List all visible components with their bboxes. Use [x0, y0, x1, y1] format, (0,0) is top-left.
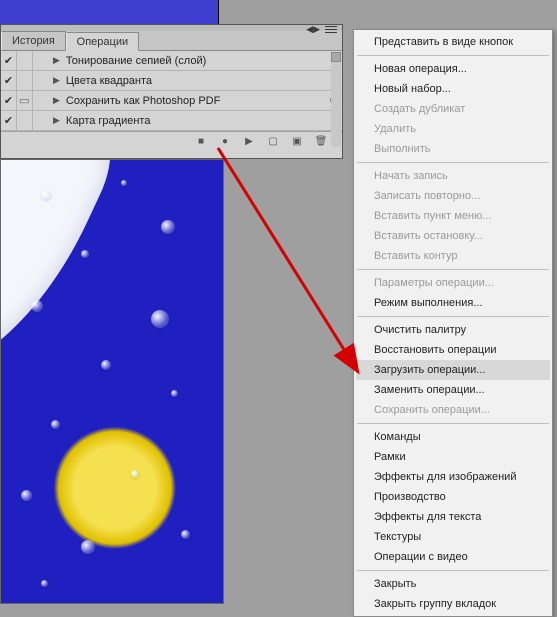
water-drop	[101, 360, 111, 370]
toggle-check-icon[interactable]: ✔	[1, 111, 17, 131]
stop-button[interactable]: ■	[194, 135, 208, 149]
menu-separator	[357, 316, 549, 317]
toggle-check-icon[interactable]: ✔	[1, 51, 17, 71]
menu-item[interactable]: Операции с видео	[356, 547, 550, 567]
tab-history[interactable]: История	[1, 31, 66, 50]
menu-item[interactable]: Очистить палитру	[356, 320, 550, 340]
water-drop	[81, 250, 89, 258]
menu-item[interactable]: Закрыть группу вкладок	[356, 594, 550, 614]
play-button[interactable]: ▶	[242, 135, 256, 149]
water-drop	[181, 530, 190, 539]
menu-item: Начать запись	[356, 166, 550, 186]
menu-separator	[357, 55, 549, 56]
menu-item: Создать дубликат	[356, 99, 550, 119]
panel-scrollbar[interactable]	[331, 52, 341, 147]
menu-item[interactable]: Восстановить операции	[356, 340, 550, 360]
action-row[interactable]: ✔ ▶Цвета квадранта	[1, 71, 342, 91]
dialog-toggle-icon[interactable]	[17, 51, 33, 71]
panel-menu-button[interactable]	[324, 24, 338, 34]
menu-item[interactable]: Режим выполнения...	[356, 293, 550, 313]
panel-context-menu: Представить в виде кнопок Новая операция.…	[353, 29, 553, 617]
action-row[interactable]: ✔ ▶Карта градиента	[1, 111, 342, 131]
action-label: Сохранить как Photoshop PDF	[66, 95, 326, 107]
document-canvas	[0, 159, 224, 604]
action-row[interactable]: ✔▭▶Сохранить как Photoshop PDF▭	[1, 91, 342, 111]
menu-item[interactable]: Закрыть	[356, 574, 550, 594]
menu-item: Сохранить операции...	[356, 400, 550, 420]
newaction-button[interactable]: ▣	[290, 135, 304, 149]
action-row[interactable]: ✔ ▶Тонирование сепией (слой)	[1, 51, 342, 71]
menu-item: Записать повторно...	[356, 186, 550, 206]
water-drop	[171, 390, 178, 397]
menu-separator	[357, 269, 549, 270]
record-button[interactable]: ●	[218, 135, 232, 149]
menu-item[interactable]: Команды	[356, 427, 550, 447]
menu-separator	[357, 570, 549, 571]
flower-graphic	[0, 159, 224, 604]
menu-item[interactable]: Новый набор...	[356, 79, 550, 99]
menu-item[interactable]: Текстуры	[356, 527, 550, 547]
menu-item[interactable]: Рамки	[356, 447, 550, 467]
water-drop	[81, 540, 95, 554]
menu-item: Вставить контур	[356, 246, 550, 266]
panel-grip[interactable]: ◀▶	[1, 25, 342, 31]
menu-item[interactable]: Представить в виде кнопок	[356, 32, 550, 52]
menu-separator	[357, 423, 549, 424]
dialog-toggle-icon[interactable]	[17, 111, 33, 131]
expand-triangle-icon[interactable]: ▶	[49, 75, 66, 86]
menu-item: Вставить остановку...	[356, 226, 550, 246]
actions-toolbar: ■ ● ▶ ▢ ▣ 🗑	[1, 131, 342, 152]
menu-item[interactable]: Эффекты для текста	[356, 507, 550, 527]
water-drop	[51, 420, 60, 429]
expand-triangle-icon[interactable]: ▶	[49, 95, 66, 106]
toggle-check-icon[interactable]: ✔	[1, 71, 17, 91]
menu-separator	[357, 162, 549, 163]
actions-panel: ◀▶ История Операции ✔▶Тонирование сепией…	[0, 24, 343, 159]
menu-item: Выполнить	[356, 139, 550, 159]
menu-item[interactable]: Заменить операции...	[356, 380, 550, 400]
expand-triangle-icon[interactable]: ▶	[49, 55, 66, 66]
water-drop	[31, 300, 43, 312]
actions-list: ✔▶Тонирование сепией (слой)✔▶Цвета квадр…	[1, 51, 342, 131]
menu-item: Вставить пункт меню...	[356, 206, 550, 226]
menu-item: Параметры операции...	[356, 273, 550, 293]
annotation-arrow	[210, 140, 370, 385]
collapse-icon[interactable]: ◀▶	[306, 24, 320, 35]
menu-item[interactable]: Новая операция...	[356, 59, 550, 79]
tab-actions[interactable]: Операции	[66, 32, 139, 51]
water-drop	[21, 490, 32, 501]
expand-triangle-icon[interactable]: ▶	[49, 115, 66, 126]
scroll-thumb[interactable]	[331, 52, 341, 62]
menu-item[interactable]: Производство	[356, 487, 550, 507]
water-drop	[41, 580, 48, 587]
water-drop	[121, 180, 127, 186]
trash-button[interactable]: 🗑	[314, 135, 328, 149]
dialog-toggle-icon[interactable]	[17, 71, 33, 91]
menu-item: Удалить	[356, 119, 550, 139]
water-drop	[131, 470, 139, 478]
newset-button[interactable]: ▢	[266, 135, 280, 149]
menu-item[interactable]: Эффекты для изображений	[356, 467, 550, 487]
panel-tabs: История Операции	[1, 31, 342, 51]
action-label: Карта градиента	[66, 115, 342, 127]
dialog-toggle-icon[interactable]: ▭	[17, 91, 33, 111]
menu-item[interactable]: Загрузить операции...	[356, 360, 550, 380]
water-drop	[41, 190, 51, 200]
action-label: Тонирование сепией (слой)	[66, 55, 342, 67]
action-label: Цвета квадранта	[66, 75, 342, 87]
water-drop	[151, 310, 169, 328]
water-drop	[161, 220, 175, 234]
toggle-check-icon[interactable]: ✔	[1, 91, 17, 111]
